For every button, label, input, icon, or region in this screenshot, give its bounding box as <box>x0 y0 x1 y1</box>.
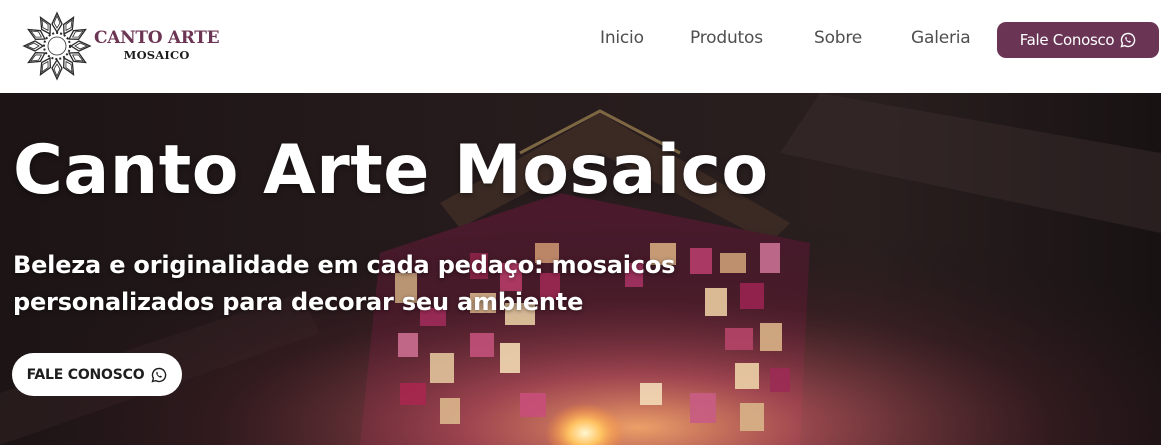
hero-title: Canto Arte Mosaico <box>13 131 769 210</box>
fale-conosco-hero-button[interactable]: FALE CONOSCO <box>12 353 182 396</box>
whatsapp-icon <box>1120 32 1136 48</box>
nav-item-produtos[interactable]: Produtos <box>690 28 763 48</box>
nav-cta-label: Fale Conosco <box>1019 31 1115 49</box>
nav-item-sobre[interactable]: Sobre <box>814 28 862 48</box>
nav-item-galeria[interactable]: Galeria <box>911 28 971 48</box>
nav-item-inicio[interactable]: Inicio <box>600 28 644 48</box>
hero-section: Canto Arte Mosaico Beleza e originalidad… <box>0 93 1161 445</box>
main-nav: Inicio Produtos Sobre Galeria Fale Conos… <box>0 0 1161 80</box>
fale-conosco-nav-button[interactable]: Fale Conosco <box>997 22 1159 58</box>
hero-cta-label: FALE CONOSCO <box>26 366 145 383</box>
site-header: CANTO ARTE MOSAICO Inicio Produtos Sobre… <box>0 0 1161 93</box>
hero-subtitle: Beleza e originalidade em cada pedaço: m… <box>13 251 676 316</box>
whatsapp-icon <box>151 367 167 383</box>
